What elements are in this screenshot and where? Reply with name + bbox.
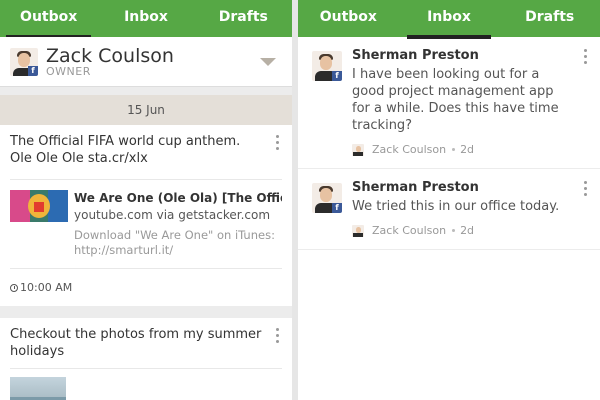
assignee-avatar <box>352 143 364 156</box>
tab-bar: Outbox Inbox Drafts <box>0 0 292 39</box>
more-options-icon[interactable] <box>584 181 588 196</box>
avatar: f <box>312 183 342 213</box>
link-description: Download "We Are One" on iTunes: http://… <box>74 228 275 257</box>
clock-icon <box>10 283 18 292</box>
message-item[interactable]: f Sherman Preston We tried this in our o… <box>298 169 600 250</box>
tab-inbox[interactable]: Inbox <box>97 0 194 37</box>
date-separator: 15 Jun <box>0 95 292 125</box>
assignee-name: Zack Coulson <box>372 224 447 237</box>
facebook-icon: f <box>28 65 38 76</box>
inbox-screen: Outbox Inbox Drafts f Sherman Preston I … <box>298 0 600 400</box>
message-age: 2d <box>460 143 475 156</box>
scheduled-time: 10:00 AM <box>10 268 282 298</box>
facebook-icon: f <box>332 71 342 81</box>
dot-separator <box>452 148 456 151</box>
message-sender: Sherman Preston <box>352 48 479 63</box>
assignee-avatar <box>352 224 364 237</box>
outbox-screen: Outbox Inbox Drafts f Zack Coulson OWNER… <box>0 0 292 400</box>
tab-outbox[interactable]: Outbox <box>0 0 97 39</box>
post-text: Checkout the photos from my summer holid… <box>10 326 282 369</box>
message-age: 2d <box>460 224 475 237</box>
chevron-down-icon[interactable] <box>260 58 276 66</box>
link-title: We Are One (Ole Ola) [The Official <box>74 191 282 205</box>
tab-drafts[interactable]: Drafts <box>195 0 292 37</box>
more-options-icon[interactable] <box>276 135 280 150</box>
post-item[interactable]: The Official FIFA world cup anthem. Ole … <box>0 125 292 306</box>
video-thumbnail <box>10 190 68 222</box>
avatar: f <box>10 47 38 76</box>
tab-bar: Outbox Inbox Drafts <box>298 0 600 39</box>
tab-drafts[interactable]: Drafts <box>499 0 600 37</box>
tab-outbox[interactable]: Outbox <box>298 0 399 37</box>
user-name: Zack Coulson <box>46 44 174 67</box>
avatar: f <box>312 51 342 81</box>
facebook-icon: f <box>332 203 342 213</box>
photo-thumbnail[interactable] <box>10 377 66 400</box>
account-switcher[interactable]: f Zack Coulson OWNER <box>0 37 292 87</box>
link-preview[interactable]: We Are One (Ole Ola) [The Official youtu… <box>10 179 282 258</box>
message-sender: Sherman Preston <box>352 180 479 195</box>
dot-separator <box>452 229 456 232</box>
time-label: 10:00 AM <box>20 281 73 294</box>
link-source: youtube.com via getstacker.com <box>74 208 271 222</box>
post-text: The Official FIFA world cup anthem. Ole … <box>10 134 241 166</box>
assignee-name: Zack Coulson <box>372 143 447 156</box>
post-item[interactable]: Checkout the photos from my summer holid… <box>0 318 292 400</box>
user-role: OWNER <box>46 64 91 78</box>
more-options-icon[interactable] <box>276 328 280 343</box>
tab-inbox[interactable]: Inbox <box>399 0 500 39</box>
more-options-icon[interactable] <box>584 49 588 64</box>
message-text: We tried this in our office today. <box>352 199 560 214</box>
message-text: I have been looking out for a good proje… <box>352 67 559 133</box>
message-item[interactable]: f Sherman Preston I have been looking ou… <box>298 37 600 169</box>
